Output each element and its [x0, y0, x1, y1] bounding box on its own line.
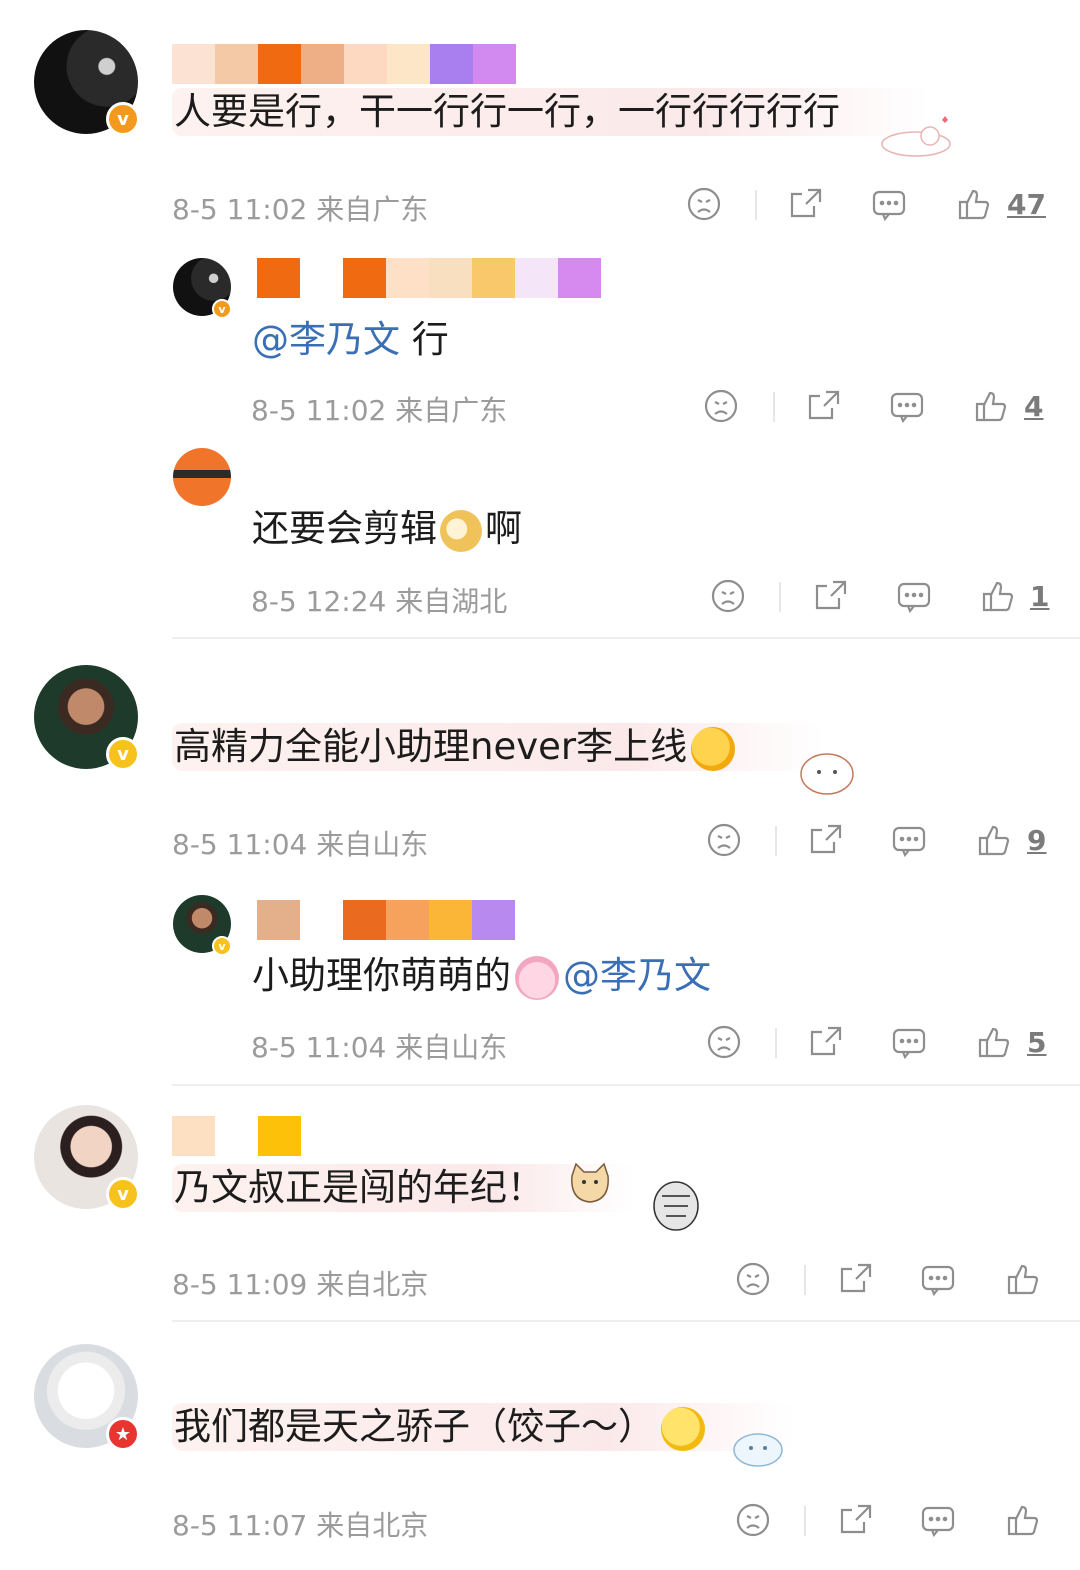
frown-icon[interactable]: [684, 184, 724, 224]
cat-sticker: [872, 110, 952, 158]
reply-text: 还要会剪辑啊: [252, 507, 522, 552]
like-count: 4: [1024, 390, 1044, 423]
comment-icon[interactable]: [887, 386, 927, 426]
reply-meta: 8-5 11:02 来自广东: [251, 394, 508, 427]
cat-face-sticker: [566, 1160, 614, 1206]
frown-icon[interactable]: [704, 820, 744, 860]
frown-icon[interactable]: [733, 1259, 773, 1299]
grin-emoji: [661, 1406, 705, 1451]
laughing-emoji: [691, 726, 736, 771]
like-count: 47: [1007, 188, 1046, 221]
like-icon[interactable]: [978, 576, 1018, 616]
verified-badge: v: [212, 936, 232, 956]
comment-text: 乃文叔正是闯的年纪！: [172, 1164, 634, 1212]
comment-icon[interactable]: [869, 184, 909, 224]
username-mosaic[interactable]: [257, 900, 515, 940]
comment-icon[interactable]: [918, 1500, 958, 1540]
divider: [755, 190, 757, 220]
like-icon[interactable]: [974, 820, 1014, 860]
mention-link[interactable]: @李乃文: [252, 318, 400, 361]
comment-meta: 8-5 11:02 来自广东: [172, 193, 429, 226]
verified-badge: v: [106, 1177, 140, 1211]
divider: [775, 1028, 777, 1058]
share-icon[interactable]: [836, 1500, 876, 1540]
like-icon[interactable]: [1003, 1259, 1043, 1299]
frown-icon[interactable]: [704, 1022, 744, 1062]
comment-icon[interactable]: [889, 820, 929, 860]
comment-text: 人要是行，干一行行一行，一行行行行行: [172, 88, 930, 136]
share-icon[interactable]: [836, 1259, 876, 1299]
share-icon[interactable]: [806, 820, 846, 860]
share-icon[interactable]: [804, 386, 844, 426]
like-icon[interactable]: [971, 386, 1011, 426]
frown-icon[interactable]: [701, 386, 741, 426]
divider: [775, 826, 777, 856]
comment-icon[interactable]: [889, 1022, 929, 1062]
share-icon[interactable]: [786, 184, 826, 224]
reply-meta: 8-5 11:04 来自山东: [251, 1031, 508, 1064]
username-mosaic[interactable]: [172, 44, 516, 84]
bun-sticker: [795, 744, 857, 796]
frown-icon[interactable]: [733, 1500, 773, 1540]
username-mosaic[interactable]: [172, 1116, 301, 1156]
verified-badge: v: [106, 737, 140, 771]
frown-icon[interactable]: [708, 576, 748, 616]
comment-text: 高精力全能小助理never李上线: [172, 723, 826, 771]
comment-divider: [172, 1320, 1080, 1322]
divider: [804, 1265, 806, 1295]
verified-badge: v: [106, 102, 140, 136]
username-mosaic[interactable]: [257, 258, 601, 298]
tabby-cat-sticker: [640, 1166, 712, 1236]
divider: [779, 582, 781, 612]
mention-link[interactable]: @李乃文: [563, 954, 711, 997]
like-count: 9: [1027, 824, 1047, 857]
comment-divider: [172, 637, 1080, 639]
snow-sticker: [725, 1420, 791, 1470]
doge-emoji: [440, 509, 482, 552]
comment-meta: 8-5 11:09 来自北京: [172, 1268, 429, 1301]
share-icon[interactable]: [806, 1022, 846, 1062]
like-icon[interactable]: [1003, 1500, 1043, 1540]
reply-text: 小助理你萌萌的 @李乃文: [252, 952, 711, 1000]
like-icon[interactable]: [954, 184, 994, 224]
like-count: 1: [1030, 580, 1050, 613]
divider: [773, 392, 775, 422]
divider: [804, 1506, 806, 1536]
avatar[interactable]: [173, 448, 231, 506]
verified-badge: ★: [106, 1417, 140, 1451]
comment-icon[interactable]: [894, 576, 934, 616]
comment-meta: 8-5 11:04 来自山东: [172, 828, 429, 861]
like-icon[interactable]: [974, 1022, 1014, 1062]
comment-icon[interactable]: [918, 1259, 958, 1299]
comment-divider: [172, 1084, 1080, 1086]
verified-badge: v: [212, 299, 232, 319]
share-icon[interactable]: [811, 576, 851, 616]
comment-meta: 8-5 11:07 来自北京: [172, 1509, 429, 1542]
reply-text: @李乃文 行: [252, 318, 449, 361]
reply-meta: 8-5 12:24 来自湖北: [251, 585, 508, 618]
comment-text: 我们都是天之骄子（饺子～）: [172, 1403, 795, 1451]
bunny-emoji: [515, 955, 559, 1000]
like-count: 5: [1027, 1026, 1047, 1059]
